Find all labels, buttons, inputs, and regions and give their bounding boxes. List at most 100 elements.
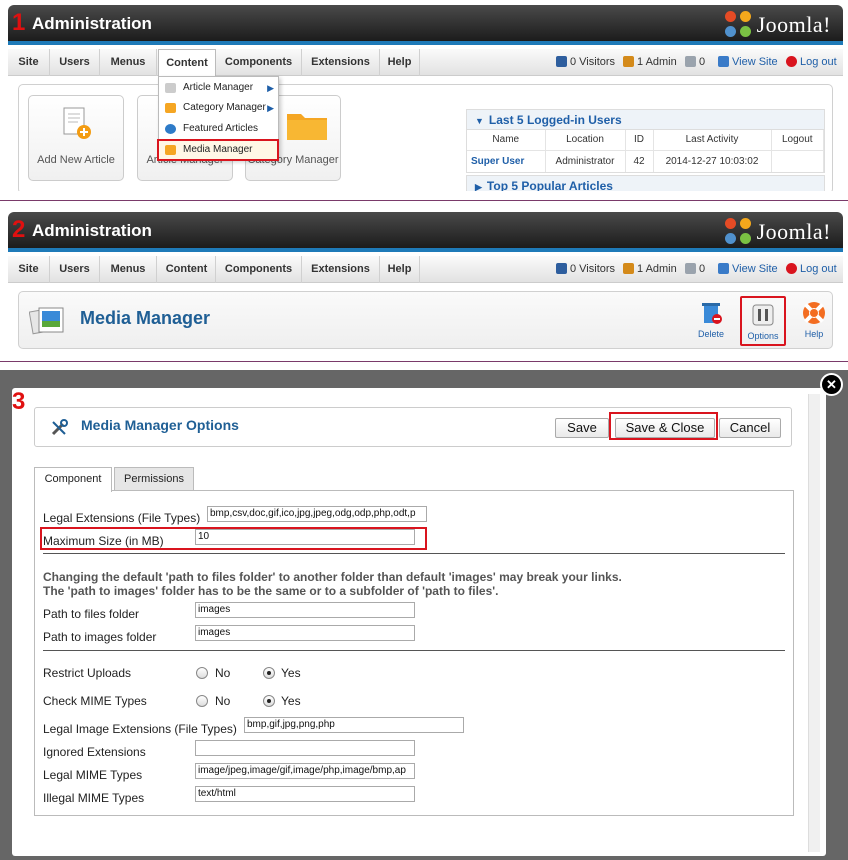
step-1-panel: 1 Administration Joomla! Site Users Menu… bbox=[0, 0, 848, 191]
dd-featured-articles[interactable]: Featured Articles bbox=[159, 119, 278, 139]
media-manager-icon bbox=[29, 307, 64, 335]
user-location: Administrator bbox=[545, 150, 626, 172]
logo-text: Joomla! bbox=[756, 219, 831, 244]
ignored-ext-label: Ignored Extensions bbox=[43, 745, 146, 759]
menu-menus[interactable]: Menus bbox=[100, 256, 157, 283]
close-icon: ✕ bbox=[826, 377, 837, 392]
save-button[interactable]: Save bbox=[555, 418, 609, 438]
visitors-icon bbox=[556, 263, 567, 274]
logged-users-table: Name Location ID Last Activity Logout Su… bbox=[467, 130, 824, 172]
step-number: 3 bbox=[12, 388, 26, 415]
col-id: ID bbox=[625, 130, 654, 151]
step-3-panel: 3 ✕ Media Manager Options Save Save & Cl… bbox=[0, 370, 848, 860]
menu-content[interactable]: Content bbox=[158, 256, 216, 283]
menu-help[interactable]: Help bbox=[380, 49, 420, 76]
divider bbox=[0, 361, 848, 362]
view-site-icon bbox=[718, 263, 729, 274]
logo-text: Joomla! bbox=[756, 12, 831, 37]
visitors-status: 0 Visitors bbox=[556, 256, 615, 283]
check-mime-yes-radio[interactable] bbox=[263, 695, 275, 707]
view-site-link[interactable]: View Site bbox=[718, 49, 778, 76]
path-images-label: Path to images folder bbox=[43, 630, 157, 644]
menu-extensions[interactable]: Extensions bbox=[302, 49, 380, 76]
table-row: Super User Administrator 42 2014-12-27 1… bbox=[467, 150, 824, 172]
path-files-input[interactable]: images bbox=[195, 602, 415, 618]
view-site-link[interactable]: View Site bbox=[718, 256, 778, 283]
mail-icon bbox=[685, 263, 696, 274]
modal-scrollbar[interactable] bbox=[808, 394, 820, 852]
options-button[interactable]: Options bbox=[740, 296, 786, 346]
logged-users-header[interactable]: ▼ Last 5 Logged-in Users bbox=[467, 110, 824, 130]
joomla-logo: Joomla! bbox=[724, 10, 831, 40]
header-title: Administration bbox=[32, 221, 152, 240]
menu-content[interactable]: Content bbox=[158, 49, 216, 76]
highlight-max-size bbox=[40, 527, 427, 550]
menu-users[interactable]: Users bbox=[50, 256, 100, 283]
tab-component[interactable]: Component bbox=[34, 467, 112, 492]
dd-category-manager[interactable]: Category Manager ▶ bbox=[159, 98, 278, 118]
admin-status: 1 Admin bbox=[623, 256, 677, 283]
menu-components[interactable]: Components bbox=[216, 49, 302, 76]
user-last-activity: 2014-12-27 10:03:02 bbox=[653, 150, 772, 172]
menu-extensions[interactable]: Extensions bbox=[302, 256, 380, 283]
legal-image-ext-label: Legal Image Extensions (File Types) bbox=[43, 722, 237, 736]
illegal-mime-input[interactable]: text/html bbox=[195, 786, 415, 802]
add-article-quickicon[interactable]: Add New Article bbox=[28, 95, 124, 181]
legal-image-ext-input[interactable]: bmp,gif,jpg,png,php bbox=[244, 717, 464, 733]
joomla-logo-icon bbox=[724, 218, 753, 246]
modal-close-button[interactable]: ✕ bbox=[820, 373, 843, 396]
logout-icon bbox=[786, 56, 797, 67]
main-menubar: Site Users Menus Content Components Exte… bbox=[8, 49, 843, 76]
admin-status: 1 Admin bbox=[623, 49, 677, 76]
mail-icon bbox=[685, 56, 696, 67]
joomla-logo-icon bbox=[724, 11, 753, 39]
menu-help[interactable]: Help bbox=[380, 256, 420, 283]
arrow-right-icon: ▶ bbox=[267, 103, 274, 113]
legal-ext-label: Legal Extensions (File Types) bbox=[43, 511, 201, 525]
restrict-uploads-yes-radio[interactable] bbox=[263, 667, 275, 679]
popular-articles-header[interactable]: ▶ Top 5 Popular Articles bbox=[466, 175, 825, 191]
logged-users-module: ▼ Last 5 Logged-in Users Name Location ID… bbox=[466, 109, 825, 173]
illegal-mime-label: Illegal MIME Types bbox=[43, 791, 145, 805]
user-name-link[interactable]: Super User bbox=[467, 150, 546, 172]
logout-link[interactable]: Log out bbox=[786, 256, 837, 283]
view-site-icon bbox=[718, 56, 729, 67]
step-2-panel: 2 Administration Joomla! Site Users Menu… bbox=[0, 207, 848, 359]
messages-status[interactable]: 0 bbox=[685, 49, 705, 76]
cancel-button[interactable]: Cancel bbox=[719, 418, 781, 438]
col-name: Name bbox=[467, 130, 546, 151]
help-button[interactable]: Help bbox=[791, 296, 837, 346]
tab-permissions[interactable]: Permissions bbox=[114, 467, 194, 491]
admin-header: 2 Administration Joomla! bbox=[8, 212, 843, 252]
highlight-media-manager bbox=[157, 139, 279, 161]
step-number: 1 bbox=[12, 9, 26, 36]
expand-triangle-icon: ▼ bbox=[475, 116, 484, 126]
logout-icon bbox=[786, 263, 797, 274]
menu-menus[interactable]: Menus bbox=[100, 49, 157, 76]
legal-mime-label: Legal MIME Types bbox=[43, 768, 143, 782]
arrow-right-icon: ▶ bbox=[267, 83, 274, 93]
add-article-label: Add New Article bbox=[37, 154, 115, 166]
menu-site[interactable]: Site bbox=[8, 256, 50, 283]
component-options-form: Legal Extensions (File Types) bmp,csv,do… bbox=[34, 490, 794, 816]
restrict-uploads-no-radio[interactable] bbox=[196, 667, 208, 679]
legal-ext-input[interactable]: bmp,csv,doc,gif,ico,jpg,jpeg,odg,odp,php… bbox=[207, 506, 427, 522]
media-manager-titlebar: Media Manager Delete Options Help bbox=[18, 291, 833, 349]
article-icon bbox=[165, 83, 176, 93]
admin-icon bbox=[623, 56, 634, 67]
menu-users[interactable]: Users bbox=[50, 49, 100, 76]
dd-article-manager[interactable]: Article Manager ▶ bbox=[159, 78, 278, 98]
delete-button[interactable]: Delete bbox=[688, 296, 734, 346]
folder-icon bbox=[287, 114, 327, 140]
user-logout[interactable] bbox=[771, 150, 824, 172]
legal-mime-input[interactable]: image/jpeg,image/gif,image/php,image/bmp… bbox=[195, 763, 415, 779]
options-icon bbox=[752, 304, 774, 326]
ignored-ext-input[interactable] bbox=[195, 740, 415, 756]
path-images-input[interactable]: images bbox=[195, 625, 415, 641]
menu-site[interactable]: Site bbox=[8, 49, 50, 76]
logout-link[interactable]: Log out bbox=[786, 49, 837, 76]
messages-status[interactable]: 0 bbox=[685, 256, 705, 283]
check-mime-no-radio[interactable] bbox=[196, 695, 208, 707]
menu-components[interactable]: Components bbox=[216, 256, 302, 283]
path-files-label: Path to files folder bbox=[43, 607, 140, 621]
